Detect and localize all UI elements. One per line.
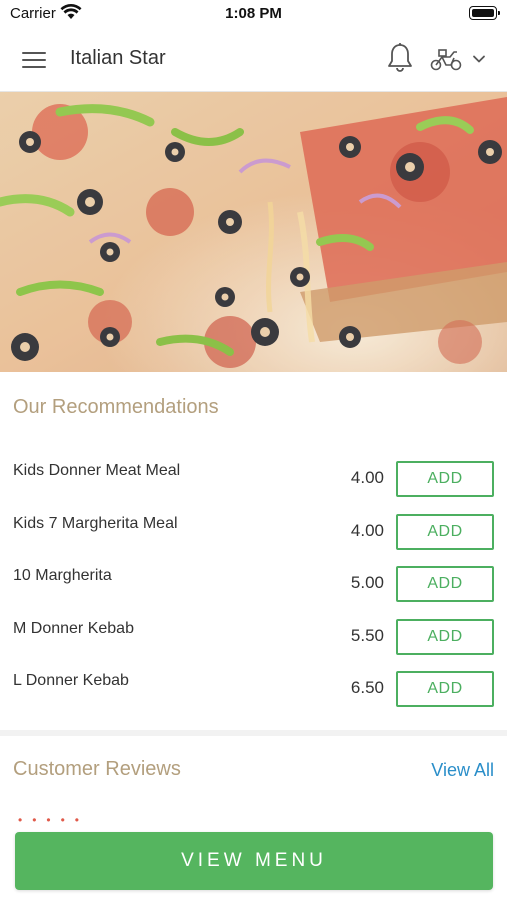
status-time: 1:08 PM	[225, 5, 282, 22]
list-item: 10 Margherita 5.00 ADD	[0, 555, 507, 608]
app-header: Italian Star	[0, 28, 507, 92]
scooter-icon[interactable]	[430, 46, 462, 72]
list-item: M Donner Kebab 5.50 ADD	[0, 608, 507, 661]
recommendations-title: Our Recommendations	[13, 396, 219, 418]
pizza-illustration	[0, 92, 507, 372]
add-button[interactable]: ADD	[396, 461, 494, 497]
item-name: 10 Margherita	[13, 567, 112, 584]
add-button[interactable]: ADD	[396, 566, 494, 602]
add-button[interactable]: ADD	[396, 671, 494, 707]
item-name: M Donner Kebab	[13, 619, 134, 637]
menu-icon[interactable]	[22, 50, 48, 70]
view-all-link[interactable]: View All	[431, 760, 494, 781]
section-divider	[0, 730, 507, 736]
item-name: L Donner Kebab	[13, 672, 129, 689]
battery-icon	[469, 6, 500, 20]
rating-stars-icon: •••••	[18, 813, 90, 827]
item-price: 4.00	[350, 520, 384, 540]
item-price: 5.00	[350, 573, 384, 592]
hero-image	[0, 92, 507, 372]
reviews-title: Customer Reviews	[13, 758, 181, 780]
list-item: L Donner Kebab 6.50 ADD	[0, 660, 507, 713]
add-button[interactable]: ADD	[396, 618, 494, 655]
add-button[interactable]: ADD	[396, 513, 494, 550]
item-price: 5.50	[350, 625, 384, 645]
page-title: Italian Star	[70, 47, 166, 69]
item-name: Kids 7 Margherita Meal	[13, 514, 178, 532]
view-menu-button[interactable]: VIEW MENU	[15, 832, 493, 890]
list-item: Kids Donner Meat Meal 4.00 ADD	[0, 450, 507, 503]
status-bar: Carrier 1:08 PM	[0, 0, 507, 28]
chevron-down-icon[interactable]	[472, 52, 486, 66]
item-price: 4.00	[350, 468, 384, 487]
list-item: Kids 7 Margherita Meal 4.00 ADD	[0, 503, 507, 556]
item-name: Kids Donner Meat Meal	[13, 462, 181, 479]
bell-icon[interactable]	[386, 42, 414, 74]
recommendations-list: Kids Donner Meat Meal 4.00 ADD Kids 7 Ma…	[0, 450, 507, 713]
item-price: 6.50	[350, 678, 384, 697]
